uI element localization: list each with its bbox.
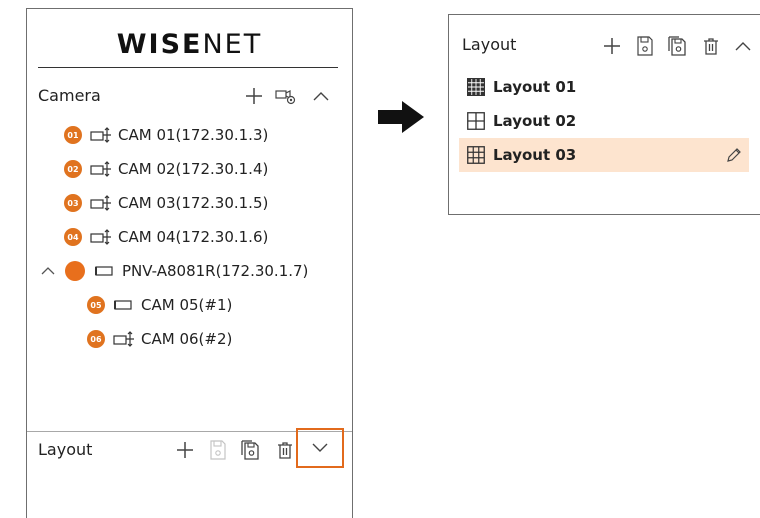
camera-number-badge: 03	[64, 194, 82, 212]
camera-register-button[interactable]	[274, 85, 298, 107]
chevron-down-icon	[312, 443, 328, 452]
camera-label: CAM 01(172.30.1.3)	[118, 126, 269, 144]
trash-icon	[278, 442, 292, 459]
logo-divider	[38, 67, 338, 68]
plus-icon	[177, 442, 193, 458]
layout-list-item[interactable]: Layout 01	[459, 70, 749, 104]
save-layout-button[interactable]	[207, 439, 229, 461]
ptz-camera-icon	[90, 127, 111, 143]
camera-label: CAM 05(#1)	[141, 296, 233, 314]
grid-4x4-icon	[467, 78, 485, 96]
collapse-layout-button[interactable]	[732, 35, 754, 57]
layout-label: Layout 02	[493, 112, 577, 130]
camera-item[interactable]: 02 CAM 02(172.30.1.4)	[64, 158, 268, 180]
right-arrow-icon	[378, 101, 424, 133]
save-icon	[637, 36, 653, 56]
layout-section-title: Layout	[462, 35, 517, 54]
save-layout-button[interactable]	[634, 35, 656, 57]
pencil-icon[interactable]	[725, 146, 743, 164]
camera-label: CAM 04(172.30.1.6)	[118, 228, 269, 246]
add-layout-button[interactable]	[601, 35, 623, 57]
grid-2x2-icon	[467, 112, 485, 130]
camera-number-badge: 01	[64, 126, 82, 144]
wisenet-logo: WISENET	[116, 29, 263, 60]
delete-layout-button[interactable]	[701, 35, 721, 57]
camera-number-badge: 04	[64, 228, 82, 246]
grid-3x3-icon	[467, 146, 485, 164]
plus-icon	[246, 88, 262, 104]
camera-item[interactable]: 04 CAM 04(172.30.1.6)	[64, 226, 268, 248]
ptz-camera-icon	[90, 161, 111, 177]
chevron-up-icon[interactable]	[41, 264, 55, 278]
ptz-camera-icon	[90, 195, 111, 211]
expand-layout-button[interactable]	[296, 428, 344, 468]
add-camera-button[interactable]	[243, 85, 265, 107]
ptz-camera-icon	[113, 331, 134, 347]
camera-label: CAM 06(#2)	[141, 330, 233, 348]
chevron-up-icon	[735, 42, 751, 51]
camera-number-badge: 05	[87, 296, 105, 314]
camera-number-badge: 02	[64, 160, 82, 178]
camera-item[interactable]: 03 CAM 03(172.30.1.5)	[64, 192, 268, 214]
camera-section-title: Camera	[38, 86, 101, 105]
ptz-camera-icon	[90, 229, 111, 245]
nvr-label: PNV-A8081R(172.30.1.7)	[122, 262, 309, 280]
nvr-status-dot	[65, 261, 85, 281]
left-panel: WISENET Camera 01 CAM 01(172.30.1.3) 02 …	[26, 8, 353, 518]
layout-list-item[interactable]: Layout 02	[459, 104, 749, 138]
layout-label: Layout 01	[493, 78, 577, 96]
layout-label: Layout 03	[493, 146, 577, 164]
camera-item[interactable]: 05 CAM 05(#1)	[87, 294, 232, 316]
chevron-up-icon	[313, 92, 329, 101]
layout-list-item-selected[interactable]: Layout 03	[459, 138, 749, 172]
fixed-camera-icon	[114, 300, 132, 310]
nvr-group-row[interactable]: PNV-A8081R(172.30.1.7)	[41, 260, 308, 282]
plus-icon	[604, 38, 620, 54]
camera-number-badge: 06	[87, 330, 105, 348]
camera-item[interactable]: 06 CAM 06(#2)	[87, 328, 232, 350]
save-as-layout-button[interactable]	[667, 35, 689, 57]
camera-item[interactable]: 01 CAM 01(172.30.1.3)	[64, 124, 268, 146]
save-icon	[210, 440, 226, 460]
collapse-camera-button[interactable]	[310, 85, 332, 107]
save-as-layout-button[interactable]	[240, 439, 262, 461]
layout-section-title: Layout	[38, 440, 93, 459]
delete-layout-button[interactable]	[275, 439, 295, 461]
trash-icon	[704, 38, 718, 55]
camera-settings-icon	[275, 90, 296, 105]
save-as-icon	[668, 36, 686, 56]
save-as-icon	[241, 440, 259, 460]
right-panel: Layout Layout 01 Layout 02 Layout 03	[448, 14, 760, 215]
camera-label: CAM 03(172.30.1.5)	[118, 194, 269, 212]
camera-label: CAM 02(172.30.1.4)	[118, 160, 269, 178]
fixed-camera-icon	[95, 266, 113, 276]
add-layout-button[interactable]	[174, 439, 196, 461]
